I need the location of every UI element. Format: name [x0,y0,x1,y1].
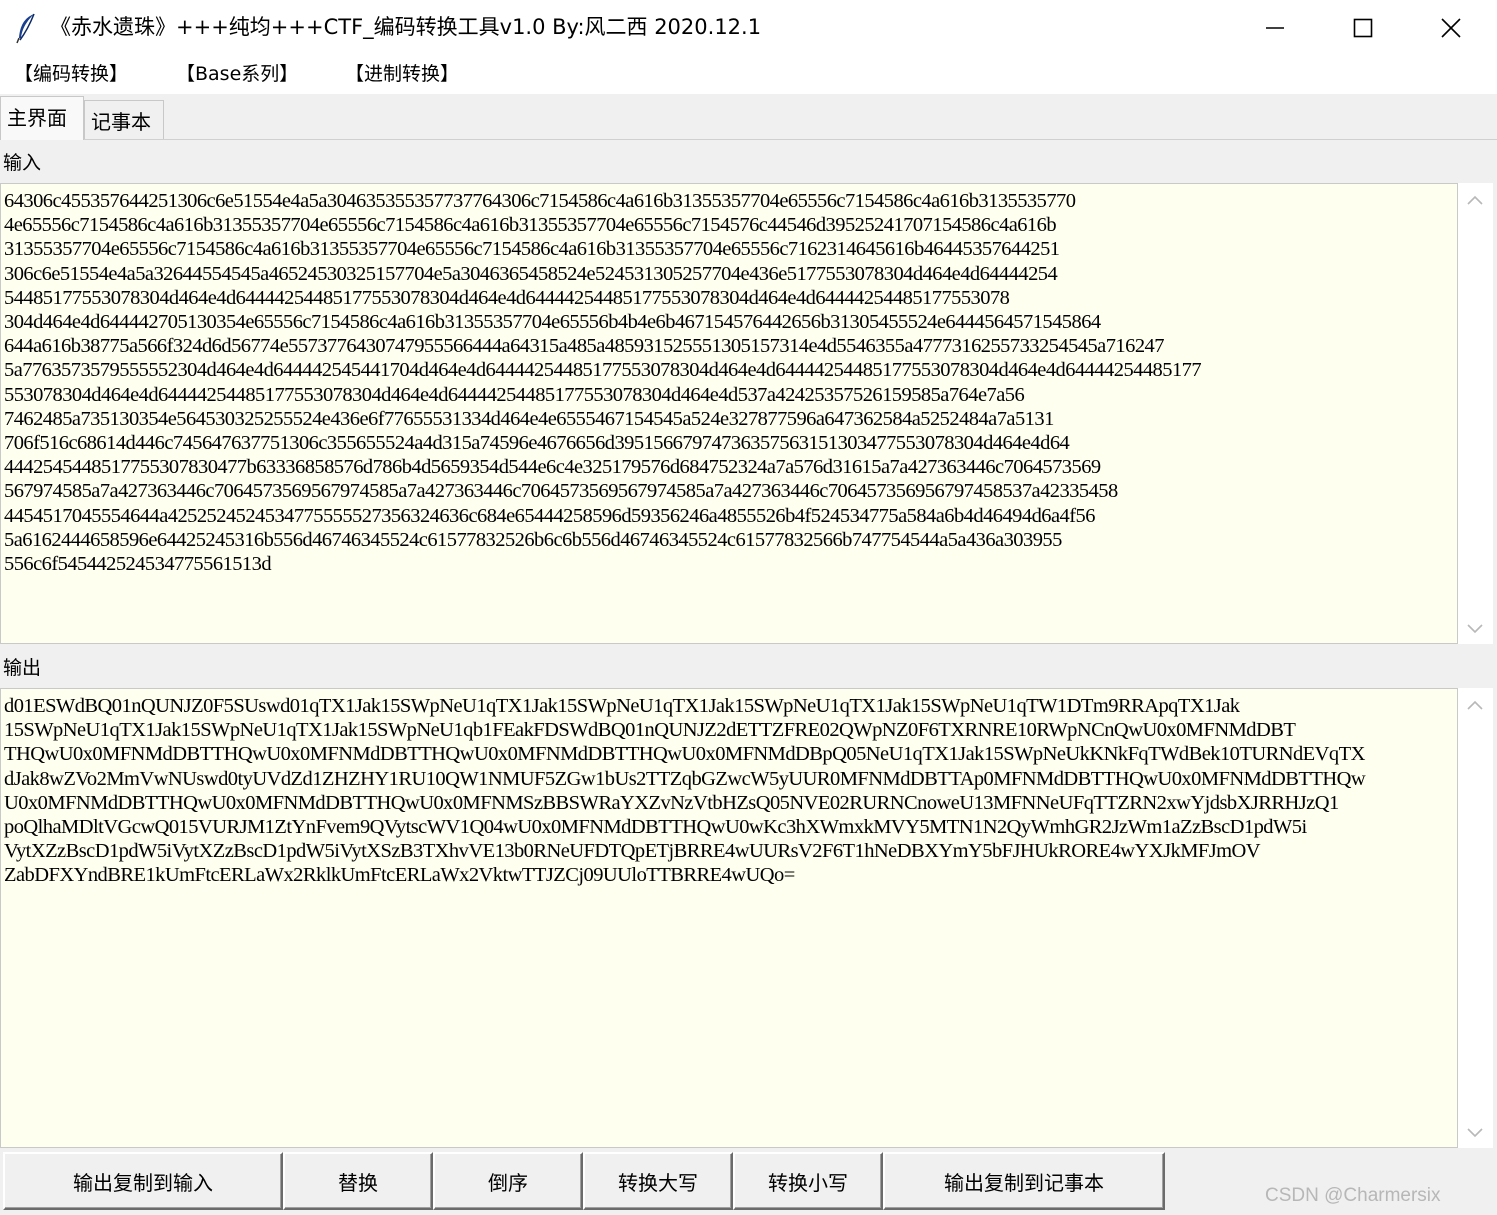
text-line: 553078304d464e4d64444254485177553078304d… [4,383,1025,406]
tab-main[interactable]: 主界面 [0,96,84,140]
text-line: dJak8wZVo2MmVwNUswd0tyUVdZd1ZHZHY1RU10QW… [4,767,1366,790]
menu-radix-convert[interactable]: 【进制转换】 [345,60,459,88]
input-label: 输入 [3,152,42,174]
text-line: 304d464e4d644442705130354e65556c7154586c… [4,311,1101,334]
watermark: CSDN @Charmersix [1265,1185,1441,1206]
text-line: 4e65556c7154586c4a616b31355357704e65556c… [4,214,1057,237]
maximize-button[interactable] [1319,0,1407,56]
text-line: 556c6f545442524534775561513d [4,553,272,576]
text-line: 567974585a7a427363446c706457356956797458… [4,480,1118,503]
text-line: 7462485a735130354e564530325255524e436e6f… [4,407,1054,430]
text-line: 4442545448517755307830477b63336858576d78… [4,456,1101,479]
text-line: 15SWpNeU1qTX1Jak15SWpNeU1qTX1Jak15SWpNeU… [4,719,1296,742]
menu-encoding-convert[interactable]: 【编码转换】 [14,60,128,88]
title-bar: 《赤水遗珠》+++纯均+++CTF_编码转换工具v1.0 By:风二西 2020… [0,0,1497,56]
minimize-button[interactable] [1231,0,1319,56]
text-line: 4454517045554644a42525245245347755555273… [4,504,1095,527]
text-line: 306c6e51554e4a5a32644554545a465245303251… [4,262,1058,285]
input-textbox[interactable]: 64306c455357644251306c6e51554e4a5a304635… [0,183,1458,644]
output-scrollbar[interactable] [1458,688,1493,1148]
text-line: poQlhaMDltVGcwQ015VURJM1ZtYnFvem9QVytscW… [4,816,1307,839]
text-line: THQwU0x0MFNMdDBTTHQwU0x0MFNMdDBTTHQwU0x0… [4,743,1365,766]
menu-bar: 【编码转换】 【Base系列】 【进制转换】 [0,56,1497,94]
minimize-icon [1266,27,1284,29]
maximize-icon [1353,18,1373,38]
text-line: 31355357704e65556c7154586c4a616b31355357… [4,238,1060,261]
to-uppercase-button[interactable]: 转换大写 [583,1152,733,1210]
scroll-down-icon[interactable] [1466,620,1484,638]
to-lowercase-button[interactable]: 转换小写 [733,1152,883,1210]
input-scrollbar[interactable] [1458,183,1493,644]
replace-button[interactable]: 替换 [283,1152,433,1210]
text-line: ZabDFXYndBRE1kUmFtcERLaWx2RklkUmFtcERLaW… [4,864,795,887]
feather-icon [16,13,35,44]
scroll-up-icon[interactable] [1466,696,1484,714]
reverse-button[interactable]: 倒序 [433,1152,583,1210]
close-icon [1441,18,1461,38]
menu-base-series[interactable]: 【Base系列】 [176,60,298,88]
text-line: 644a616b38775a566f324d6d56774e5573776430… [4,335,1164,358]
output-label: 输出 [3,657,42,679]
scroll-down-icon[interactable] [1466,1124,1484,1142]
window-title: 《赤水遗珠》+++纯均+++CTF_编码转换工具v1.0 By:风二西 2020… [50,15,762,39]
tab-notepad[interactable]: 记事本 [84,100,164,140]
text-line: 706f516c68614d446c745647637751306c355655… [4,432,1070,455]
output-textbox[interactable]: d01ESWdBQ01nQUNJZ0F5SUswd01qTX1Jak15SWpN… [0,688,1458,1148]
scroll-up-icon[interactable] [1466,191,1484,209]
text-line: U0x0MFNMdDBTTHQwU0x0MFNMdDBTTHQwU0x0MFNM… [4,791,1339,814]
text-line: 5a7763573579555552304d464e4d644442545441… [4,359,1202,382]
text-line: VytXZzBscD1pdW5iVytXZzBscD1pdW5iVytXSzB3… [4,840,1261,863]
text-line: 5a6162444658596e64425245316b556d46746345… [4,528,1062,551]
copy-output-to-input-button[interactable]: 输出复制到输入 [3,1152,283,1210]
input-text[interactable]: 64306c455357644251306c6e51554e4a5a304635… [1,184,1453,576]
copy-output-to-notepad-button[interactable]: 输出复制到记事本 [883,1152,1165,1210]
close-button[interactable] [1407,0,1495,56]
output-text[interactable]: d01ESWdBQ01nQUNJZ0F5SUswd01qTX1Jak15SWpN… [1,689,1453,888]
tab-bar: 主界面 记事本 [0,94,1497,140]
tab-panel-border [0,139,1497,140]
text-line: 54485177553078304d464e4d6444425448517755… [4,286,1010,309]
text-line: d01ESWdBQ01nQUNJZ0F5SUswd01qTX1Jak15SWpN… [4,695,1240,717]
text-line: 64306c455357644251306c6e51554e4a5a304635… [4,190,1076,212]
